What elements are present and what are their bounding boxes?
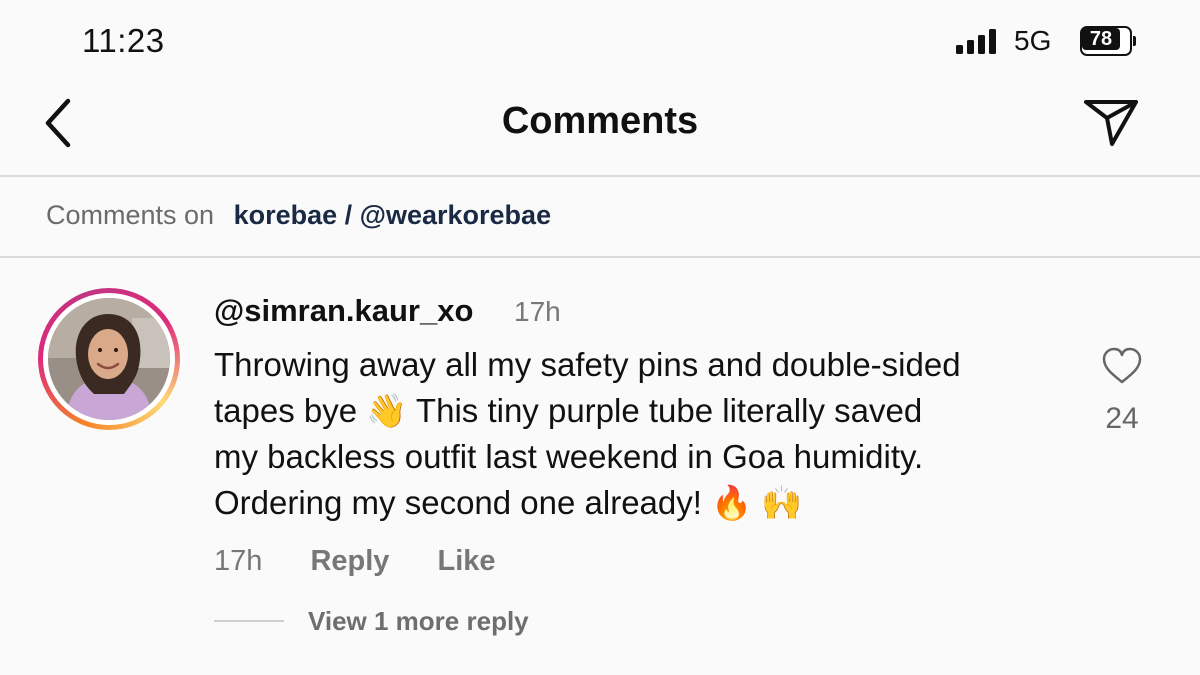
view-more-replies-button[interactable]: View 1 more reply (308, 606, 529, 637)
reply-button[interactable]: Reply (310, 545, 389, 578)
signal-icon (956, 28, 1000, 54)
comments-screen: 11:23 5G 78 Comments Comments on korebae… (0, 0, 1200, 675)
comment-timestamp: 17h (514, 296, 561, 327)
context-divider (0, 256, 1200, 258)
heart-icon (1102, 347, 1142, 384)
network-label: 5G (1014, 25, 1052, 56)
replies-divider-line (214, 620, 284, 622)
status-time: 11:23 (82, 22, 165, 59)
comment-text-line: Throwing away all my safety pins and dou… (214, 346, 961, 383)
page-title: Comments (501, 100, 699, 142)
comment-username[interactable]: @simran.kaur_xo (214, 293, 473, 329)
like-heart-button[interactable] (1100, 346, 1144, 386)
like-count: 24 (1105, 402, 1139, 435)
comments-context: Comments on korebae / @wearkorebae (46, 200, 551, 231)
share-button[interactable] (1082, 96, 1140, 148)
comment-action-time: 17h (214, 545, 263, 577)
header-divider (0, 175, 1200, 177)
comment-text-line: tapes bye 👋 This tiny purple tube litera… (214, 392, 923, 429)
context-account-link[interactable]: korebae / @wearkorebae (234, 200, 552, 230)
comment-text-line: my backless outfit last weekend in Goa h… (214, 438, 924, 475)
battery-level: 78 (1082, 28, 1120, 50)
battery-icon: 78 (1080, 26, 1136, 56)
comment-text-line: Ordering my second one already! 🔥 🙌 (214, 484, 803, 521)
avatar-story-ring[interactable] (38, 288, 180, 430)
context-prefix: Comments on (46, 200, 215, 230)
comment-text: Throwing away all my safety pins and dou… (214, 342, 1074, 526)
avatar (48, 298, 170, 420)
like-button[interactable]: Like (438, 545, 496, 578)
paper-plane-icon (1084, 100, 1138, 146)
comment-actions: 17h Reply Like (214, 545, 496, 578)
